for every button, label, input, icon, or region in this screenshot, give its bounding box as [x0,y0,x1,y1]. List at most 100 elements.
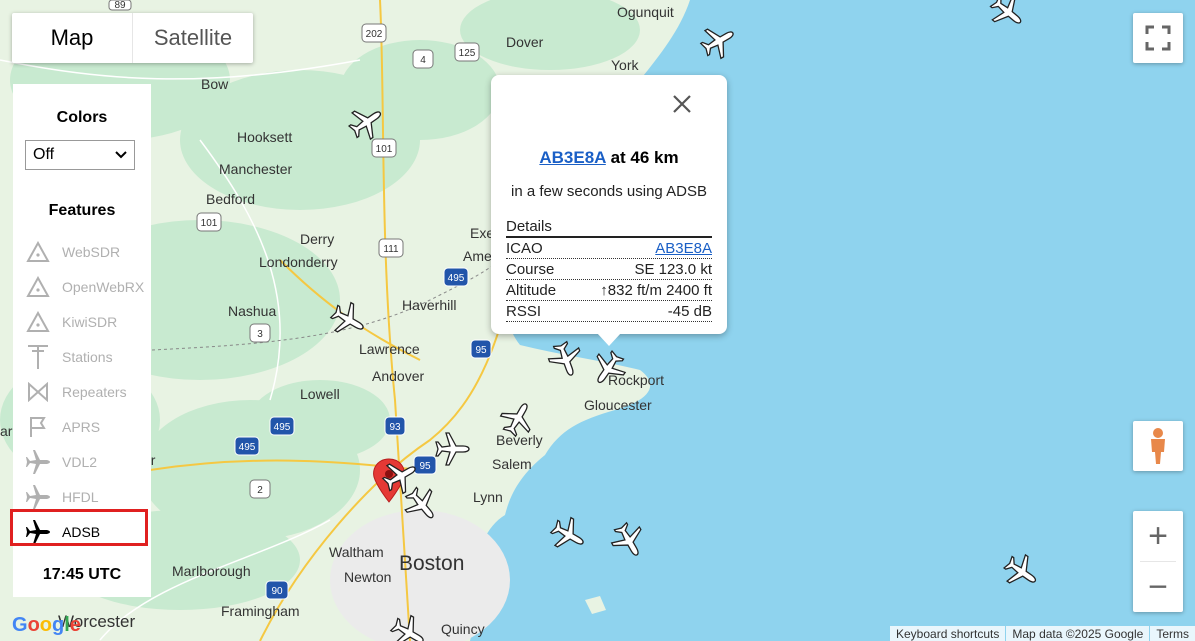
feature-kiwisdr[interactable]: KiwiSDR [25,307,151,337]
features-heading: Features [48,202,116,219]
terms-link[interactable]: Terms [1150,626,1195,641]
highway-shield: 3 [249,323,271,343]
place-label: Hooksett [237,129,292,145]
flag-icon [25,414,51,440]
svg-text:93: 93 [389,422,401,433]
icao-link[interactable]: AB3E8A [655,239,712,258]
details-label: RSSI [506,303,542,320]
bowtie-icon [25,379,51,405]
fullscreen-button[interactable] [1133,13,1183,63]
feature-label: Stations [62,349,113,365]
details-label: Course [506,261,555,278]
keyboard-shortcuts-link[interactable]: Keyboard shortcuts [890,626,1006,641]
highway-shield: 101 [371,138,397,158]
map-type-satellite-button[interactable]: Satellite [132,13,253,63]
island [585,596,606,614]
svg-text:125: 125 [459,48,476,59]
colors-select-value: Off [33,146,55,163]
map-attribution: Keyboard shortcuts Map data ©2025 Google… [889,626,1195,641]
details-heading: Details [506,218,712,238]
place-label: Bow [201,76,229,92]
highway-shield: 495 [443,267,469,287]
zoom-in-button[interactable]: + [1133,511,1183,561]
colors-select[interactable]: Off [25,140,135,170]
aircraft-marker-icon[interactable] [695,18,742,65]
utc-clock: 17:45 UTC [42,566,122,583]
svg-text:4: 4 [420,55,426,66]
place-label: York [611,57,640,73]
place-label: Derry [300,231,334,247]
aircraft-marker-icon[interactable] [984,0,1032,36]
highway-shield: 101 [196,212,222,232]
details-value: ↑832 ft/m 2400 ft [600,282,712,299]
street-view-pegman[interactable] [1133,421,1183,471]
details-row: Altitude ↑832 ft/m 2400 ft [506,281,712,301]
colors-heading: Colors [56,109,108,126]
highway-shield: 93 [384,416,406,436]
close-button[interactable] [667,89,697,119]
place-label: Bedford [206,191,255,207]
aircraft-marker-icon[interactable] [605,517,652,564]
place-label: Quincy [441,621,485,637]
feature-label: VDL2 [62,454,98,470]
feature-label: KiwiSDR [62,314,118,330]
highway-shield: 111 [378,238,404,258]
feature-label: Repeaters [62,384,127,400]
place-label: Waltham [329,544,384,560]
svg-text:202: 202 [366,29,383,40]
callsign-link[interactable]: AB3E8A [539,148,605,167]
details-row: Course SE 123.0 kt [506,260,712,280]
svg-text:89: 89 [114,0,126,11]
feature-repeaters[interactable]: Repeaters [25,377,151,407]
details-value: SE 123.0 kt [634,261,712,278]
popup-title: AB3E8A at 46 km [491,148,727,168]
feature-vdl2[interactable]: VDL2 [25,447,151,477]
feature-stations[interactable]: Stations [25,342,151,372]
highway-shield: 95 [470,339,492,359]
antenna-icon [25,344,51,370]
place-label: Boston [399,552,464,575]
aircraft-marker-icon[interactable] [545,511,592,558]
triangle-icon [25,309,51,335]
highway-shield: 4 [412,49,434,69]
highway-shield: 495 [234,436,260,456]
place-label: Ame [463,248,492,264]
highway-shield: 202 [361,23,387,43]
highway-shield: 89 [108,0,132,11]
place-label: Nashua [228,303,276,319]
distance-text: at 46 km [610,148,679,167]
feature-label: WebSDR [62,244,121,260]
map-type-control: Map Satellite [12,13,253,63]
map-type-map-button[interactable]: Map [12,13,132,63]
place-label: Lynn [473,489,503,505]
place-label: Manchester [219,161,292,177]
svg-text:101: 101 [376,144,393,155]
aircraft-marker-icon[interactable] [998,548,1045,595]
svg-text:101: 101 [201,218,218,229]
highway-shield: 125 [454,42,480,62]
place-label: Marlborough [172,563,251,579]
aircraft-info-popup: AB3E8A at 46 km in a few seconds using A… [491,75,727,346]
zoom-out-button[interactable]: − [1133,562,1183,612]
pegman-icon [1151,428,1165,464]
place-label: Salem [492,456,532,472]
place-label: Andover [372,368,424,384]
highway-shield: 2 [249,479,271,499]
feature-label: OpenWebRX [62,279,145,295]
feature-hfdl[interactable]: HFDL [25,482,151,512]
place-label: Lowell [300,386,340,402]
highway-shield: 495 [269,416,295,436]
highway-shield: 95 [413,455,437,475]
airplane-icon [25,449,51,475]
place-label: Haverhill [402,297,456,313]
details-table: Details ICAO AB3E8A Course SE 123.0 kt A… [506,218,712,322]
feature-aprs[interactable]: APRS [25,412,151,442]
chevron-down-icon [115,151,127,159]
feature-websdr[interactable]: WebSDR [25,237,151,267]
details-label: ICAO [506,240,543,257]
map-data-text: Map data ©2025 Google [1006,626,1150,641]
details-row: RSSI -45 dB [506,302,712,322]
adsb-highlight-box [10,509,148,546]
details-row: ICAO AB3E8A [506,239,712,259]
feature-openwebrx[interactable]: OpenWebRX [25,272,151,302]
